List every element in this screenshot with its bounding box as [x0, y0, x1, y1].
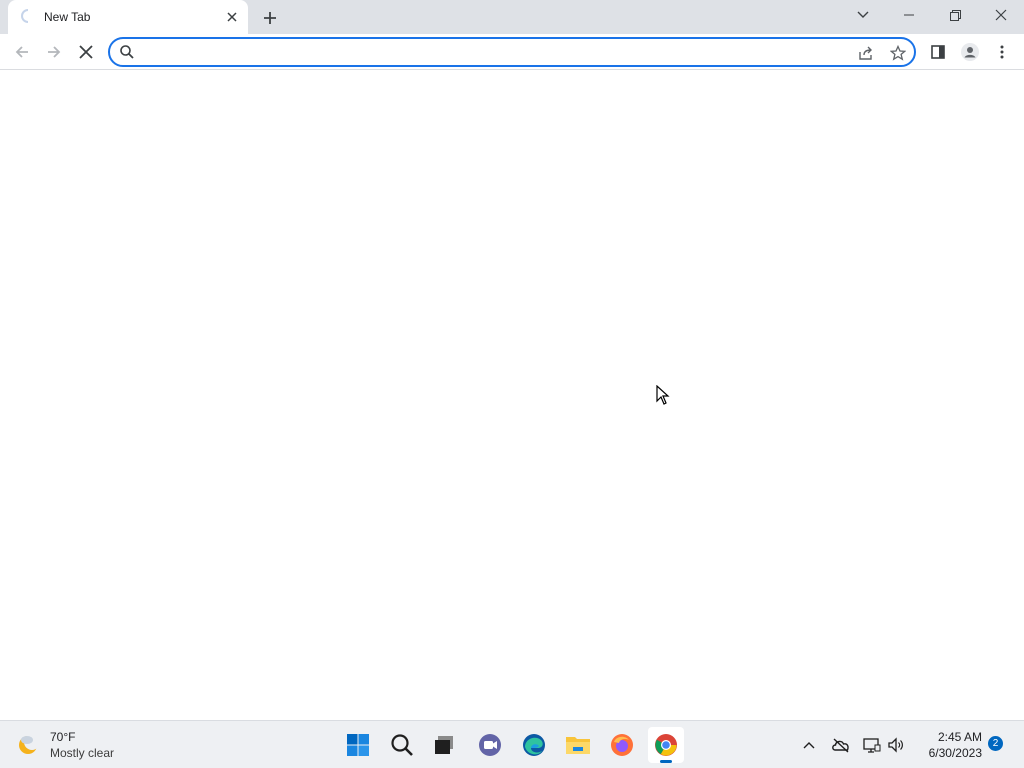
tab-new-tab[interactable]: New Tab	[8, 0, 248, 34]
share-icon[interactable]	[856, 43, 876, 63]
edge-icon[interactable]	[516, 727, 552, 763]
show-hidden-icons-chevron-up-icon[interactable]	[797, 733, 821, 757]
firefox-icon[interactable]	[604, 727, 640, 763]
teams-chat-icon[interactable]	[472, 727, 508, 763]
forward-button[interactable]	[40, 38, 68, 66]
notification-badge[interactable]: 2	[988, 736, 1003, 751]
profile-avatar[interactable]	[956, 38, 984, 66]
moon-cloud-icon	[16, 731, 42, 757]
page-content[interactable]	[0, 71, 1024, 720]
browser-toolbar	[0, 34, 1024, 70]
minimize-button[interactable]	[886, 0, 932, 30]
weather-temp: 70°F	[50, 730, 76, 744]
start-button[interactable]	[340, 727, 376, 763]
volume-icon[interactable]	[884, 733, 908, 757]
side-panel-button[interactable]	[924, 38, 952, 66]
address-bar[interactable]	[108, 37, 916, 67]
weather-condition: Mostly clear	[50, 746, 115, 760]
restore-button[interactable]	[932, 0, 978, 30]
tab-close-icon[interactable]	[222, 7, 242, 27]
tab-strip: New Tab	[0, 0, 1024, 34]
clock-time: 2:45 AM	[937, 730, 982, 744]
taskbar: 70°F Mostly clear 2:45 AM 6/30/2023	[0, 720, 1024, 768]
network-icon[interactable]	[860, 733, 884, 757]
onedrive-offline-icon[interactable]	[829, 733, 853, 757]
more-menu-icon[interactable]	[988, 38, 1016, 66]
file-explorer-icon[interactable]	[560, 727, 596, 763]
search-taskbar-icon[interactable]	[384, 727, 420, 763]
stop-loading-button[interactable]	[72, 38, 100, 66]
bookmark-star-icon[interactable]	[888, 43, 908, 63]
address-input[interactable]	[142, 42, 842, 62]
close-window-button[interactable]	[978, 0, 1024, 30]
loading-spinner-icon	[20, 8, 36, 24]
back-button[interactable]	[8, 38, 36, 66]
new-tab-button[interactable]	[258, 6, 282, 30]
active-app-indicator	[660, 760, 672, 763]
chrome-icon[interactable]	[648, 727, 684, 763]
system-clock[interactable]: 2:45 AM 6/30/2023	[912, 729, 982, 761]
mouse-cursor-icon	[656, 384, 670, 405]
tab-search-icon[interactable]	[840, 0, 886, 30]
weather-widget[interactable]: 70°F Mostly clear	[16, 729, 136, 763]
tab-title: New Tab	[44, 10, 91, 24]
clock-date: 6/30/2023	[928, 746, 982, 760]
search-icon	[119, 44, 135, 60]
task-view-icon[interactable]	[426, 727, 462, 763]
